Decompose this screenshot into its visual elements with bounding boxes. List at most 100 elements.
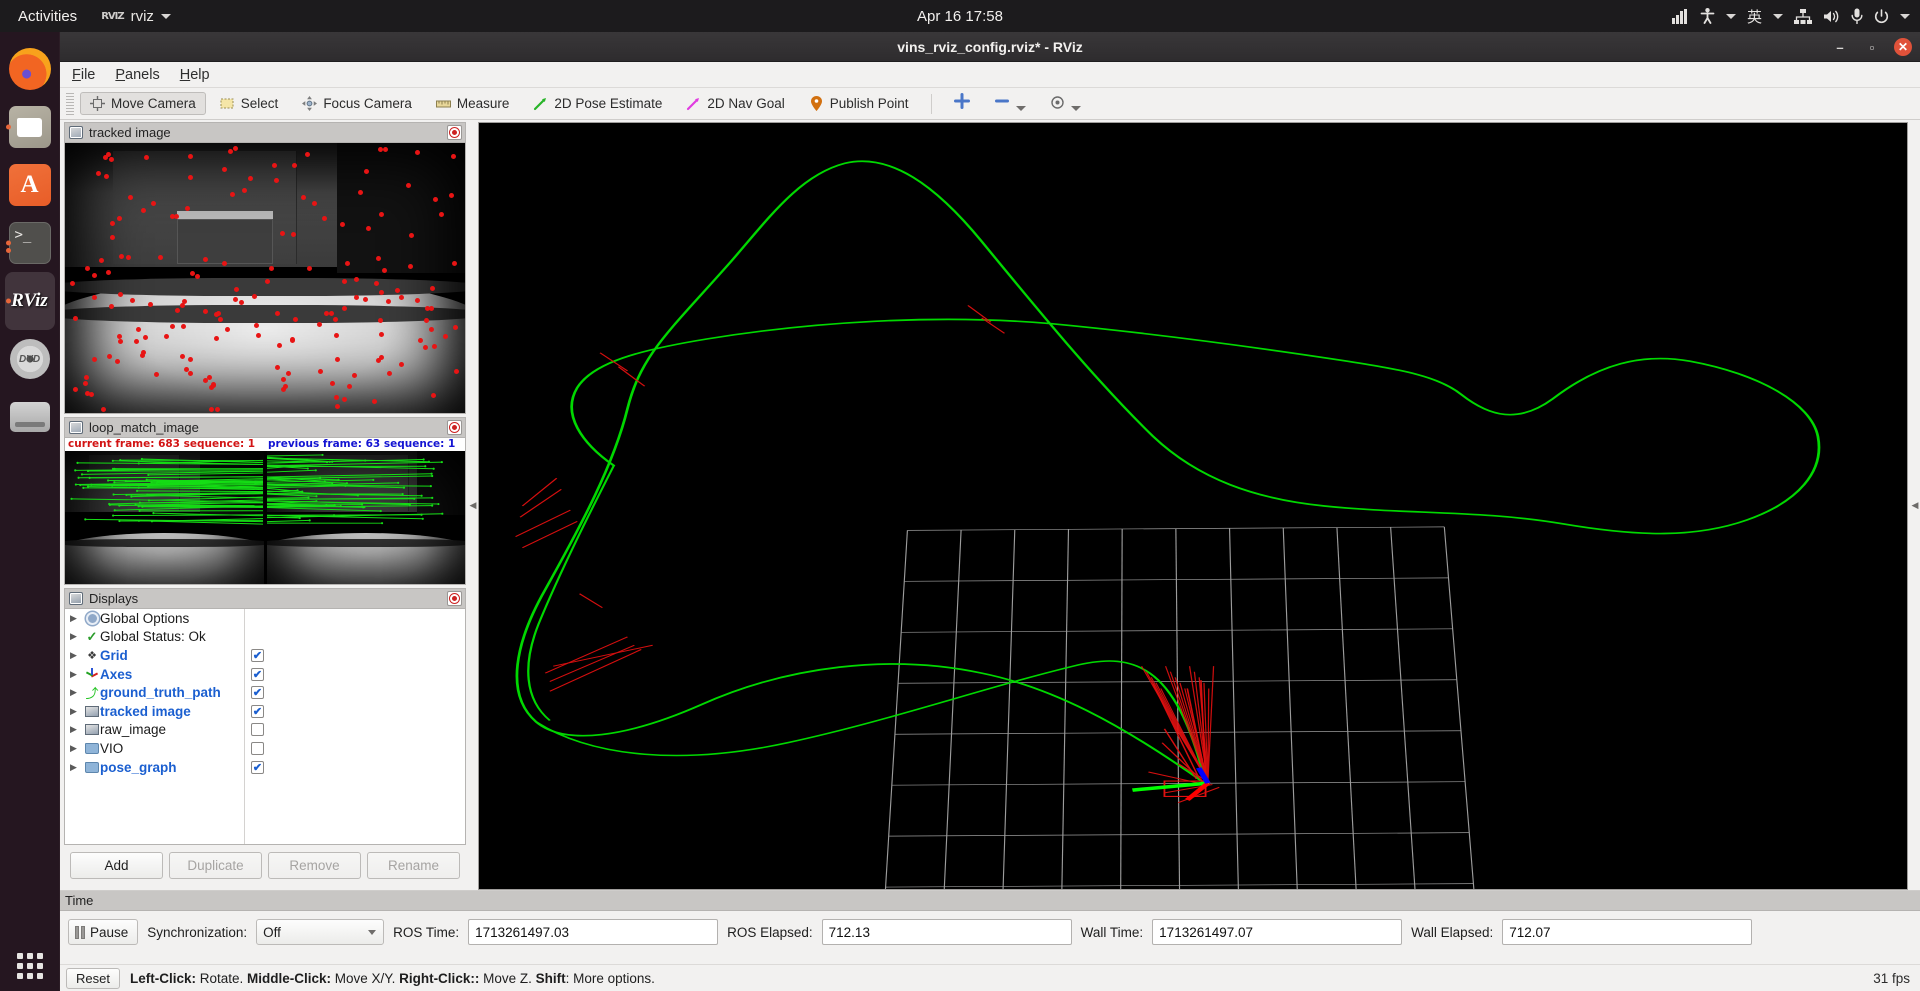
- display-enable-checkbox[interactable]: ✔: [251, 667, 264, 681]
- display-enable-cell[interactable]: ✔: [245, 646, 465, 665]
- tool-focus-camera[interactable]: Focus Camera: [292, 92, 422, 115]
- display-item-pose-graph[interactable]: ▶ pose_graph: [65, 758, 244, 777]
- display-item-global-status-ok[interactable]: ▶ ✓ Global Status: Ok: [65, 628, 244, 647]
- reset-button[interactable]: Reset: [66, 967, 120, 989]
- display-item-axes[interactable]: ▶ Axes: [65, 665, 244, 684]
- tool-publish-point[interactable]: Publish Point: [799, 92, 919, 115]
- clock[interactable]: Apr 16 17:58: [0, 8, 1920, 25]
- display-item-global-options[interactable]: ▶ Global Options: [65, 609, 244, 628]
- activities-button[interactable]: Activities: [0, 8, 91, 25]
- app-menu-button[interactable]: RVIZ rviz: [91, 8, 181, 25]
- expand-arrow-icon[interactable]: ▶: [70, 743, 84, 754]
- right-dock-collapse-handle[interactable]: ◀: [1910, 120, 1920, 890]
- display-item-grid[interactable]: ▶ ❖ Grid: [65, 646, 244, 665]
- bar-chart-icon[interactable]: [1671, 8, 1689, 24]
- input-method-caret-icon[interactable]: [1773, 13, 1783, 19]
- dock-item-ubuntu-software[interactable]: A: [5, 156, 55, 214]
- expand-arrow-icon[interactable]: ▶: [70, 631, 84, 642]
- display-item-label: pose_graph: [100, 759, 177, 775]
- expand-arrow-icon[interactable]: ▶: [70, 650, 84, 661]
- left-dock-collapse-handle[interactable]: ◀: [468, 120, 478, 890]
- display-enable-checkbox[interactable]: ✔: [251, 648, 264, 662]
- menu-help[interactable]: Help: [180, 67, 210, 83]
- toolbar-grip[interactable]: [66, 92, 74, 115]
- tool-2d-pose-estimate[interactable]: 2D Pose Estimate: [523, 92, 672, 115]
- accessibility-icon[interactable]: [1700, 8, 1715, 24]
- display-enable-checkbox[interactable]: [251, 723, 264, 737]
- system-menu-caret-icon[interactable]: [1900, 13, 1910, 19]
- duplicate-display-button[interactable]: Duplicate: [169, 852, 262, 879]
- menu-file[interactable]: File: [72, 67, 95, 83]
- displays-tree[interactable]: ▶ Global Options ▶ ✓ Global Status: Ok ▶ ❖ Grid…: [64, 608, 466, 845]
- time-panel-title[interactable]: Time: [60, 891, 1920, 911]
- microphone-icon[interactable]: [1851, 8, 1863, 24]
- power-icon[interactable]: [1874, 8, 1889, 24]
- display-enable-cell[interactable]: ✔: [245, 702, 465, 721]
- display-enable-checkbox[interactable]: ✔: [251, 704, 264, 718]
- close-panel-icon[interactable]: [447, 420, 462, 435]
- network-icon[interactable]: [1794, 8, 1812, 24]
- dock-item-dvd[interactable]: DVD: [5, 330, 55, 388]
- show-applications-button[interactable]: [16, 953, 43, 979]
- minimize-button[interactable]: –: [1830, 37, 1850, 57]
- display-enable-cell[interactable]: ✔: [245, 683, 465, 702]
- display-item-vio[interactable]: ▶ VIO: [65, 739, 244, 758]
- tool-2d-nav-goal[interactable]: 2D Nav Goal: [676, 92, 794, 115]
- close-button[interactable]: ✕: [1894, 38, 1912, 56]
- displays-panel-title[interactable]: Displays: [64, 588, 466, 608]
- rename-display-button[interactable]: Rename: [367, 852, 460, 879]
- display-enable-checkbox[interactable]: ✔: [251, 760, 264, 774]
- ros-time-field[interactable]: 1713261497.03: [468, 919, 719, 945]
- loop-match-panel-title[interactable]: loop_match_image: [64, 417, 466, 437]
- 3d-render-view[interactable]: [478, 122, 1908, 890]
- wall-time-field[interactable]: 1713261497.07: [1152, 919, 1403, 945]
- expand-arrow-icon[interactable]: ▶: [70, 613, 84, 624]
- expand-arrow-icon[interactable]: ▶: [70, 669, 84, 680]
- dock-item-rviz[interactable]: RViz: [4, 272, 55, 330]
- tool-measure[interactable]: Measure: [426, 92, 520, 115]
- tracked-image-view[interactable]: [64, 142, 466, 414]
- menu-panels[interactable]: Panels: [115, 67, 159, 83]
- dock-item-firefox[interactable]: [5, 40, 55, 98]
- display-item-tracked-image[interactable]: ▶ tracked image: [65, 702, 244, 721]
- expand-arrow-icon[interactable]: ▶: [70, 706, 84, 717]
- maximize-button[interactable]: ▫: [1862, 37, 1882, 57]
- window-titlebar[interactable]: vins_rviz_config.rviz* - RViz – ▫ ✕: [60, 32, 1920, 62]
- dock-item-files[interactable]: [5, 98, 55, 156]
- pause-button[interactable]: Pause: [68, 919, 139, 945]
- display-enable-checkbox[interactable]: ✔: [251, 686, 264, 700]
- close-panel-icon[interactable]: [447, 125, 462, 140]
- remove-display-button[interactable]: Remove: [268, 852, 361, 879]
- volume-icon[interactable]: [1823, 9, 1840, 24]
- display-enable-cell[interactable]: [245, 739, 465, 758]
- display-enable-cell[interactable]: [245, 721, 465, 740]
- input-method-icon[interactable]: 英: [1747, 6, 1762, 27]
- display-enable-checkbox[interactable]: [251, 741, 264, 755]
- tool-select[interactable]: Select: [210, 92, 289, 115]
- expand-arrow-icon[interactable]: ▶: [70, 762, 84, 773]
- display-enable-cell[interactable]: ✔: [245, 665, 465, 684]
- display-item-ground-truth-path[interactable]: ▶ ⤴ ground_truth_path: [65, 683, 244, 702]
- tool-remove-caret-icon[interactable]: [1015, 106, 1026, 111]
- displays-value-column: ✔ ✔ ✔ ✔ ✔: [245, 609, 465, 844]
- close-panel-icon[interactable]: [447, 591, 462, 606]
- dock-item-drive[interactable]: [5, 388, 55, 446]
- tool-camera-caret-icon[interactable]: [1070, 106, 1081, 111]
- tool-add-plus[interactable]: [944, 89, 980, 118]
- tool-move-camera[interactable]: Move Camera: [80, 92, 206, 115]
- display-item-raw-image[interactable]: ▶ raw_image: [65, 721, 244, 740]
- tool-remove-minus[interactable]: [984, 89, 1036, 118]
- rviz-appicon: RVIZ: [101, 10, 124, 22]
- tracked-image-panel-title[interactable]: tracked image: [64, 122, 466, 142]
- accessibility-caret-icon[interactable]: [1725, 13, 1736, 19]
- tool-camera-options[interactable]: [1040, 91, 1091, 117]
- expand-arrow-icon[interactable]: ▶: [70, 724, 84, 735]
- dock-item-terminal[interactable]: >_: [5, 214, 55, 272]
- wall-elapsed-field[interactable]: 712.07: [1502, 919, 1753, 945]
- expand-arrow-icon[interactable]: ▶: [70, 687, 84, 698]
- synchronization-select[interactable]: Off: [256, 919, 385, 945]
- display-enable-cell[interactable]: ✔: [245, 758, 465, 777]
- ros-elapsed-field[interactable]: 712.13: [821, 919, 1072, 945]
- add-display-button[interactable]: Add: [70, 852, 163, 879]
- loop-match-image-view[interactable]: current frame: 683 sequence: 1 previous …: [64, 437, 466, 585]
